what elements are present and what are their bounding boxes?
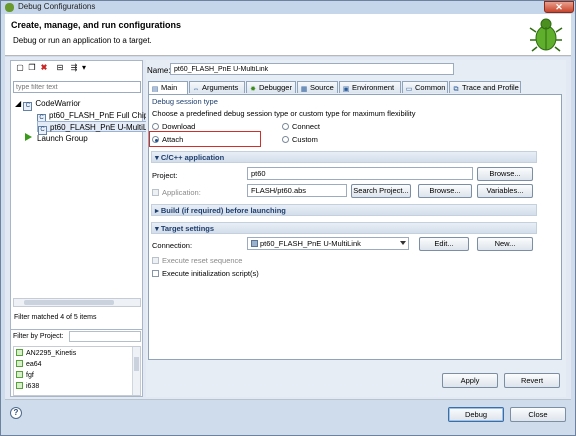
expand-icon[interactable]: ◢ — [15, 99, 21, 108]
connection-icon — [251, 240, 258, 247]
footer-separator — [5, 399, 571, 400]
filter-input[interactable] — [13, 81, 141, 93]
bug-app-icon — [5, 3, 14, 12]
debug-button[interactable]: Debug — [448, 407, 504, 422]
build-section[interactable]: ▸ Build (if required) before launching — [151, 204, 537, 216]
project-browse-button[interactable]: Browse... — [477, 167, 533, 181]
tab-source[interactable]: ▦ Source — [297, 81, 338, 93]
revert-button[interactable]: Revert — [504, 373, 560, 388]
tab-arguments[interactable]: ⇔ Arguments — [189, 81, 245, 93]
init-script-row[interactable]: Execute initialization script(s) — [152, 269, 259, 278]
application-checkbox[interactable] — [152, 189, 159, 196]
target-settings-section[interactable]: ▾ Target settings — [151, 222, 537, 234]
codewarrior-icon: C — [23, 102, 33, 111]
project-checkbox[interactable] — [16, 360, 23, 367]
project-item[interactable]: ea64 — [16, 359, 42, 370]
tab-main[interactable]: ▤ Main — [148, 81, 188, 94]
tab-environment[interactable]: ▣ Environment — [339, 81, 401, 93]
new-config-icon[interactable]: ▢ — [15, 63, 25, 73]
radio-connect[interactable]: Connect — [282, 122, 320, 131]
cpp-application-section[interactable]: ▾ C/C++ application — [151, 151, 537, 163]
project-checkbox[interactable] — [16, 349, 23, 356]
new-connection-button[interactable]: New... — [477, 237, 533, 251]
filter-status: Filter matched 4 of 5 items — [14, 314, 97, 321]
common-tab-icon: ▭ — [405, 86, 413, 93]
tree-item-codewarrior[interactable]: ◢ C CodeWarrior — [15, 98, 80, 111]
arguments-tab-icon: ⇔ — [192, 86, 200, 93]
reset-sequence-row[interactable]: Execute reset sequence — [152, 256, 242, 265]
project-checkbox[interactable] — [16, 371, 23, 378]
radio-button[interactable] — [282, 136, 289, 143]
application-checkbox-row[interactable]: Application: — [152, 188, 201, 197]
chevron-down-icon[interactable] — [400, 241, 406, 245]
name-label: Name: — [147, 66, 171, 75]
edit-connection-button[interactable]: Edit... — [419, 237, 469, 251]
duplicate-icon[interactable]: ❐ — [27, 63, 37, 73]
title-bar: Debug Configurations ✕ — [1, 1, 575, 14]
variables-button[interactable]: Variables... — [477, 184, 533, 198]
window-title: Debug Configurations — [18, 2, 96, 11]
tree-horizontal-scrollbar[interactable] — [13, 298, 141, 307]
trace-tab-icon: ⧉ — [453, 86, 459, 93]
config-tabs: ▤ Main ⇔ Arguments ✸ Debugger ▦ Source ▣ Envi… — [148, 81, 558, 94]
filter-icon[interactable]: ⇶ — [69, 63, 79, 73]
collapse-all-icon[interactable]: ⊟ — [55, 63, 65, 73]
project-item[interactable]: AN2295_Kinetis — [16, 348, 76, 359]
environment-tab-icon: ▣ — [342, 86, 350, 93]
tab-trace-and-profile[interactable]: ⧉ Trace and Profile — [449, 81, 521, 93]
project-label: Project: — [152, 171, 178, 180]
dialog-body: ▢ ❐ ✖ ⊟ ⇶ ▾ ◢ CCodeWarrior Cpt60_FLASH_P… — [5, 57, 571, 399]
delete-icon[interactable]: ✖ — [39, 63, 49, 73]
session-type-description: Choose a predefined debug session type o… — [152, 109, 416, 118]
scrollbar-thumb[interactable] — [24, 300, 114, 305]
apply-button[interactable]: Apply — [442, 373, 498, 388]
filter-menu-icon[interactable]: ▾ — [79, 63, 89, 73]
session-type-title: Debug session type — [152, 97, 218, 106]
radio-button[interactable] — [152, 123, 159, 130]
header-subtitle: Debug or run an application to a target. — [13, 36, 152, 45]
radio-custom[interactable]: Custom — [282, 135, 318, 144]
filter-by-project-panel: Filter by Project: AN2295_Kinetis ea64 f… — [10, 329, 143, 397]
close-button[interactable]: Close — [510, 407, 566, 422]
radio-button[interactable] — [282, 123, 289, 130]
header-title: Create, manage, and run configurations — [11, 20, 182, 30]
connection-combo[interactable]: pt60_FLASH_PnE U-MultiLink — [247, 237, 409, 250]
debugger-tab-icon: ✸ — [250, 86, 256, 93]
init-script-checkbox[interactable] — [152, 270, 159, 277]
window-close-button[interactable]: ✕ — [544, 1, 574, 13]
help-icon[interactable]: ? — [10, 407, 22, 419]
application-input[interactable]: FLASH/pt60.abs — [247, 184, 347, 197]
radio-button-selected[interactable] — [152, 136, 159, 143]
debug-bug-icon — [529, 18, 563, 52]
project-item[interactable]: i638 — [16, 381, 39, 392]
project-list: AN2295_Kinetis ea64 fgf i638 — [13, 346, 141, 396]
project-item[interactable]: fgf — [16, 370, 34, 381]
project-input[interactable]: pt60 — [247, 167, 473, 180]
tree-item-launch-group[interactable]: Launch Group — [25, 133, 88, 144]
tab-debugger[interactable]: ✸ Debugger — [246, 81, 296, 93]
search-project-button[interactable]: Search Project... — [351, 184, 411, 198]
application-browse-button[interactable]: Browse... — [418, 184, 472, 198]
dialog-header: Create, manage, and run configurations D… — [5, 14, 571, 56]
source-tab-icon: ▦ — [300, 86, 308, 93]
project-filter-input[interactable] — [69, 331, 141, 342]
tab-common[interactable]: ▭ Common — [402, 81, 448, 93]
project-checkbox[interactable] — [16, 382, 23, 389]
scrollbar-thumb[interactable] — [134, 357, 139, 371]
launch-group-icon — [25, 133, 32, 141]
configuration-editor: Name: ▤Main ⇔Arguments ✸Debugger ▦Source… — [146, 60, 566, 397]
radio-attach[interactable]: Attach — [152, 135, 183, 144]
tree-item-u-multilink[interactable]: Cpt60_FLASH_PnE U-MultiL — [37, 121, 151, 135]
radio-download[interactable]: Download — [152, 122, 195, 131]
reset-sequence-checkbox[interactable] — [152, 257, 159, 264]
main-tab-icon: ▤ — [151, 86, 159, 93]
main-tab-panel: Debug session type Choose a predefined d… — [148, 94, 562, 360]
config-name-input[interactable] — [170, 63, 454, 75]
project-list-scrollbar[interactable] — [132, 347, 140, 395]
connection-label: Connection: — [152, 241, 193, 250]
debug-configurations-window: Debug Configurations ✕ Create, manage, a… — [0, 0, 576, 436]
tree-item-full-chip[interactable]: Cpt60_FLASH_PnE Full Chip — [37, 110, 148, 123]
tree-toolbar: ▢ ❐ ✖ ⊟ ⇶ ▾ — [13, 63, 141, 75]
filter-by-project-label: Filter by Project: — [13, 333, 64, 340]
